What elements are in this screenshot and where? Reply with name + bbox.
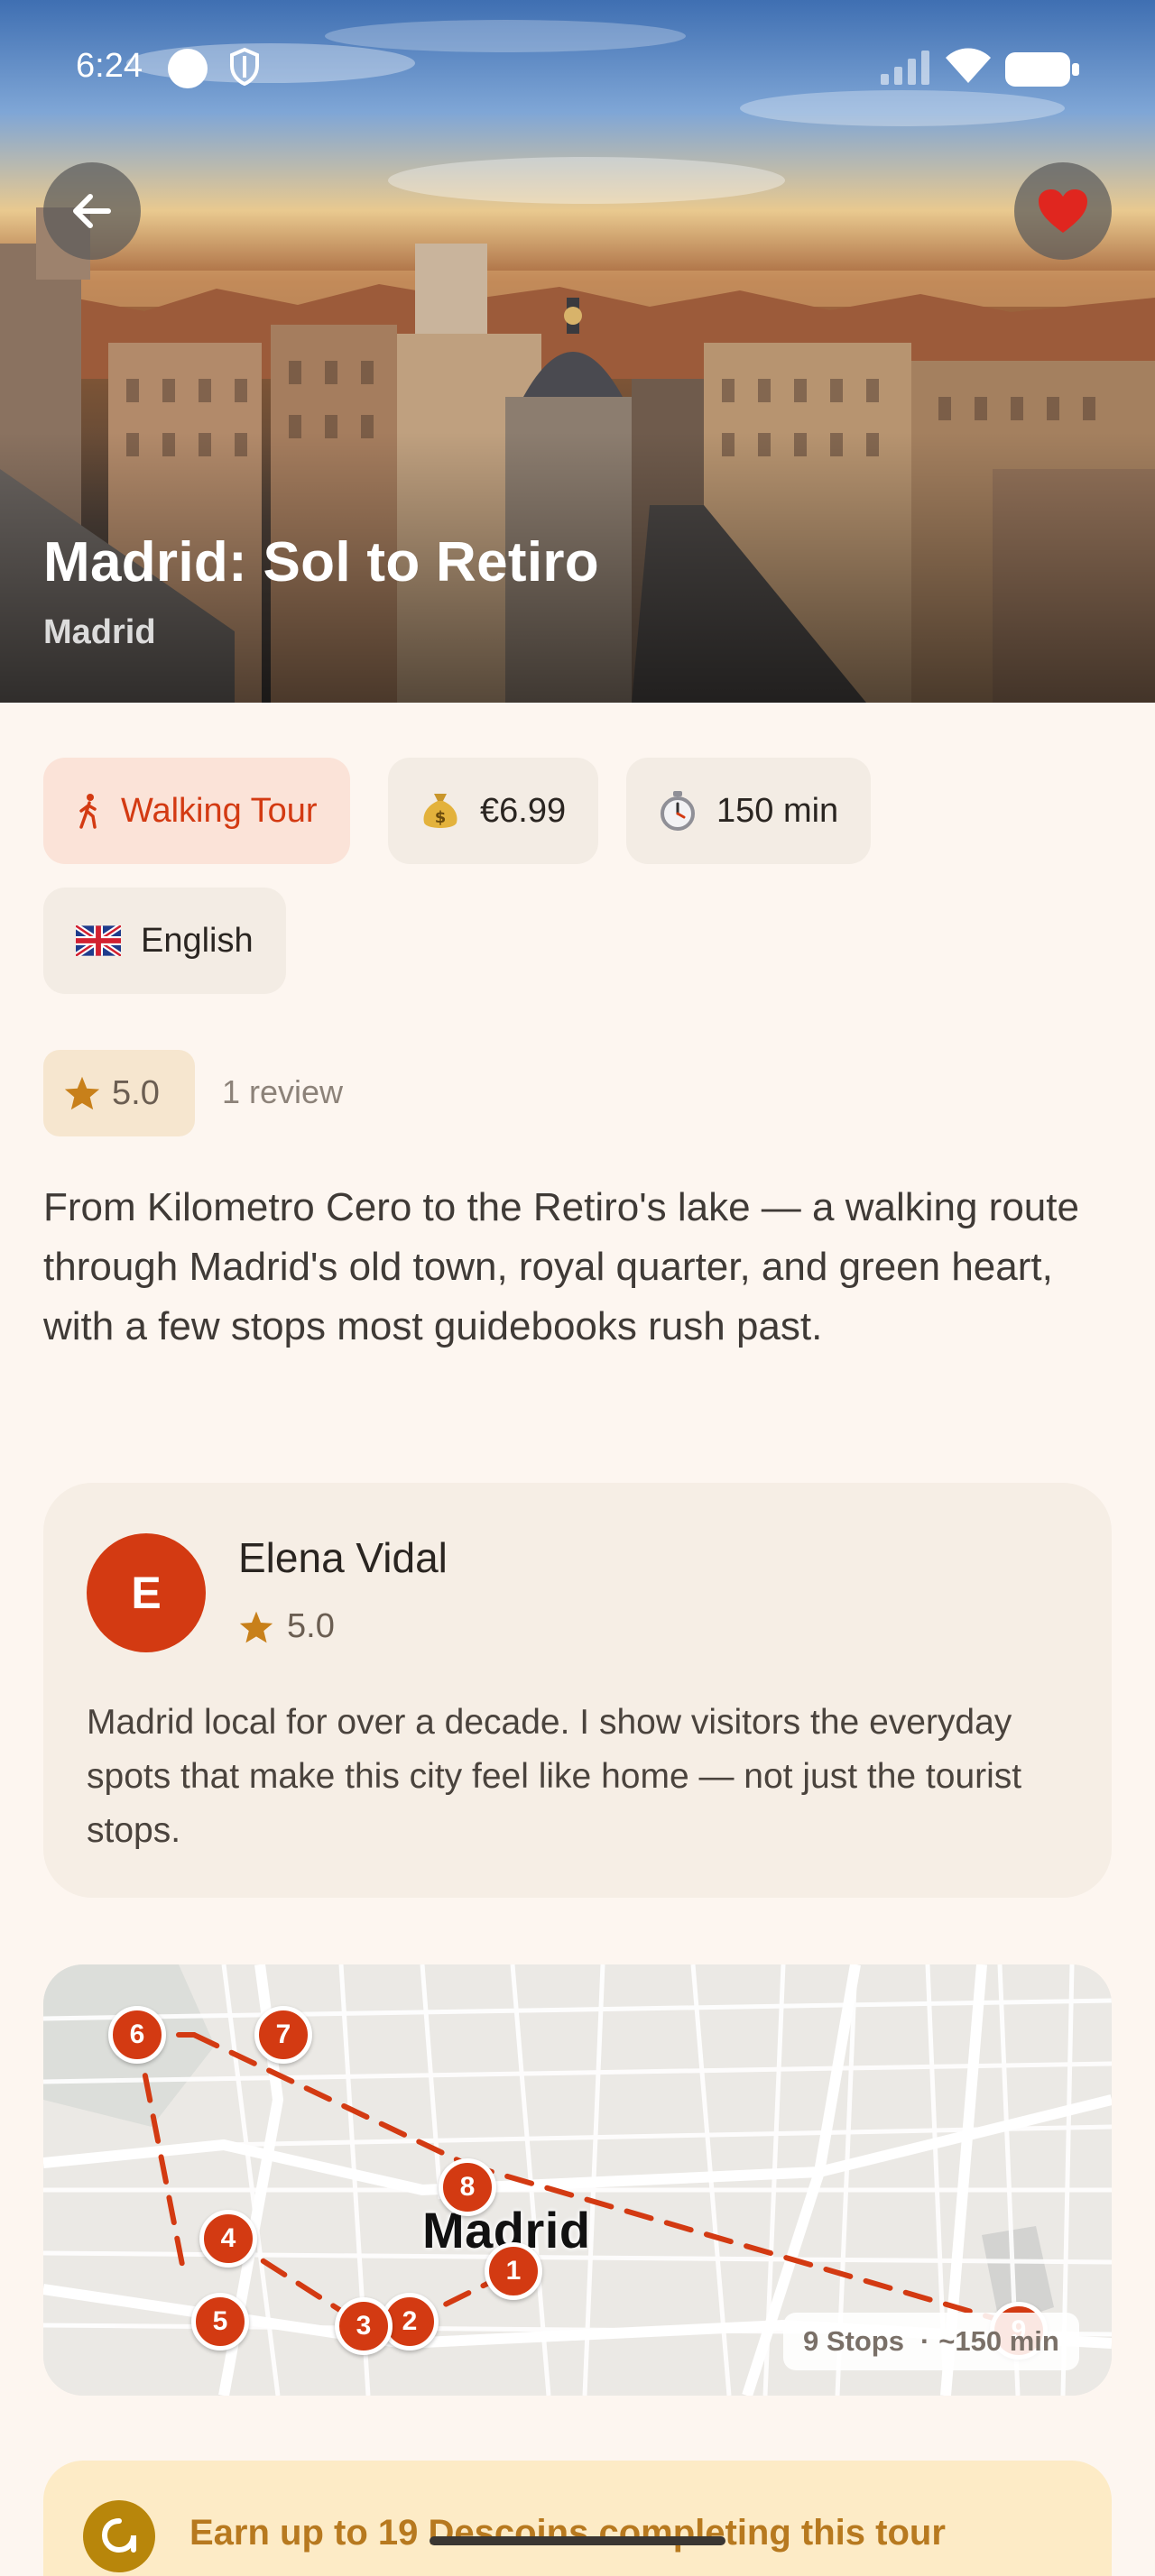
tour-city: Madrid: [43, 613, 156, 651]
back-arrow-icon: [73, 194, 111, 228]
tour-type-chip: Walking Tour: [43, 758, 350, 864]
cell-signal-icon: [881, 49, 933, 89]
tour-description: From Kilometro Cero to the Retiro's lake…: [43, 1185, 1079, 1348]
rewards-banner[interactable]: Earn up to 19 Descoins completing this t…: [43, 2461, 1112, 2576]
map-marker-6[interactable]: 6: [108, 2006, 166, 2064]
guide-card[interactable]: E Elena Vidal 5.0 Madrid local for over …: [43, 1483, 1112, 1898]
guide-rating: 5.0: [238, 1607, 335, 1646]
hero-image: 6:24 Madrid: Sol to Retiro Madrid: [0, 0, 1155, 703]
price-label: €6.99: [480, 791, 567, 830]
duration-chip: 150 min: [626, 758, 872, 864]
rating-badge: 5.0: [43, 1050, 195, 1136]
separator-dot: ·: [919, 2325, 930, 2357]
stopwatch-icon: [659, 790, 697, 832]
route-duration: ~150 min: [938, 2325, 1059, 2357]
uk-flag-icon: [76, 925, 121, 956]
walking-icon: [76, 793, 101, 829]
coin-icon: [83, 2500, 155, 2572]
tour-type-label: Walking Tour: [121, 791, 318, 830]
language-label: English: [141, 921, 254, 960]
guide-bio: Madrid local for over a decade. I show v…: [87, 1703, 1022, 1850]
map-marker-3[interactable]: 3: [335, 2297, 393, 2355]
shield-icon: [229, 47, 260, 91]
favorite-button[interactable]: [1014, 162, 1112, 260]
duration-label: 150 min: [716, 791, 839, 830]
star-icon: [239, 1611, 273, 1642]
guide-avatar: E: [87, 1533, 206, 1652]
map-marker-1[interactable]: 1: [485, 2242, 542, 2300]
status-bar: 6:24: [0, 0, 1155, 135]
svg-text:$: $: [435, 808, 447, 827]
map-marker-8[interactable]: 8: [439, 2158, 496, 2216]
language-chip: English: [43, 888, 286, 994]
star-icon: [64, 1076, 100, 1110]
back-button[interactable]: [43, 162, 141, 260]
map-summary-badge: 9 Stops · ~150 min: [783, 2313, 1079, 2370]
guide-name: Elena Vidal: [238, 1534, 448, 1581]
status-time: 6:24: [76, 47, 143, 85]
rating-score: 5.0: [112, 1073, 160, 1112]
status-record-icon: [168, 49, 208, 88]
route-map[interactable]: Madrid 1 2 3 4 5 6 7 8 9 9 Stops · ~150 …: [43, 1964, 1112, 2396]
wifi-icon: [944, 47, 993, 89]
price-chip: $ €6.99: [388, 758, 599, 864]
tour-title: Madrid: Sol to Retiro: [43, 531, 599, 593]
map-marker-7[interactable]: 7: [254, 2006, 312, 2064]
stops-count: 9 Stops: [803, 2325, 904, 2357]
review-count-link[interactable]: 1 review: [222, 1073, 343, 1111]
map-marker-5[interactable]: 5: [191, 2293, 249, 2351]
guide-rating-score: 5.0: [287, 1607, 335, 1645]
home-indicator[interactable]: [430, 2536, 725, 2545]
map-marker-4[interactable]: 4: [199, 2210, 257, 2268]
heart-icon: [1039, 189, 1087, 233]
rewards-text: Earn up to 19 Descoins completing this t…: [189, 2513, 946, 2553]
money-bag-icon: $: [420, 790, 460, 832]
battery-icon: [1005, 52, 1079, 91]
